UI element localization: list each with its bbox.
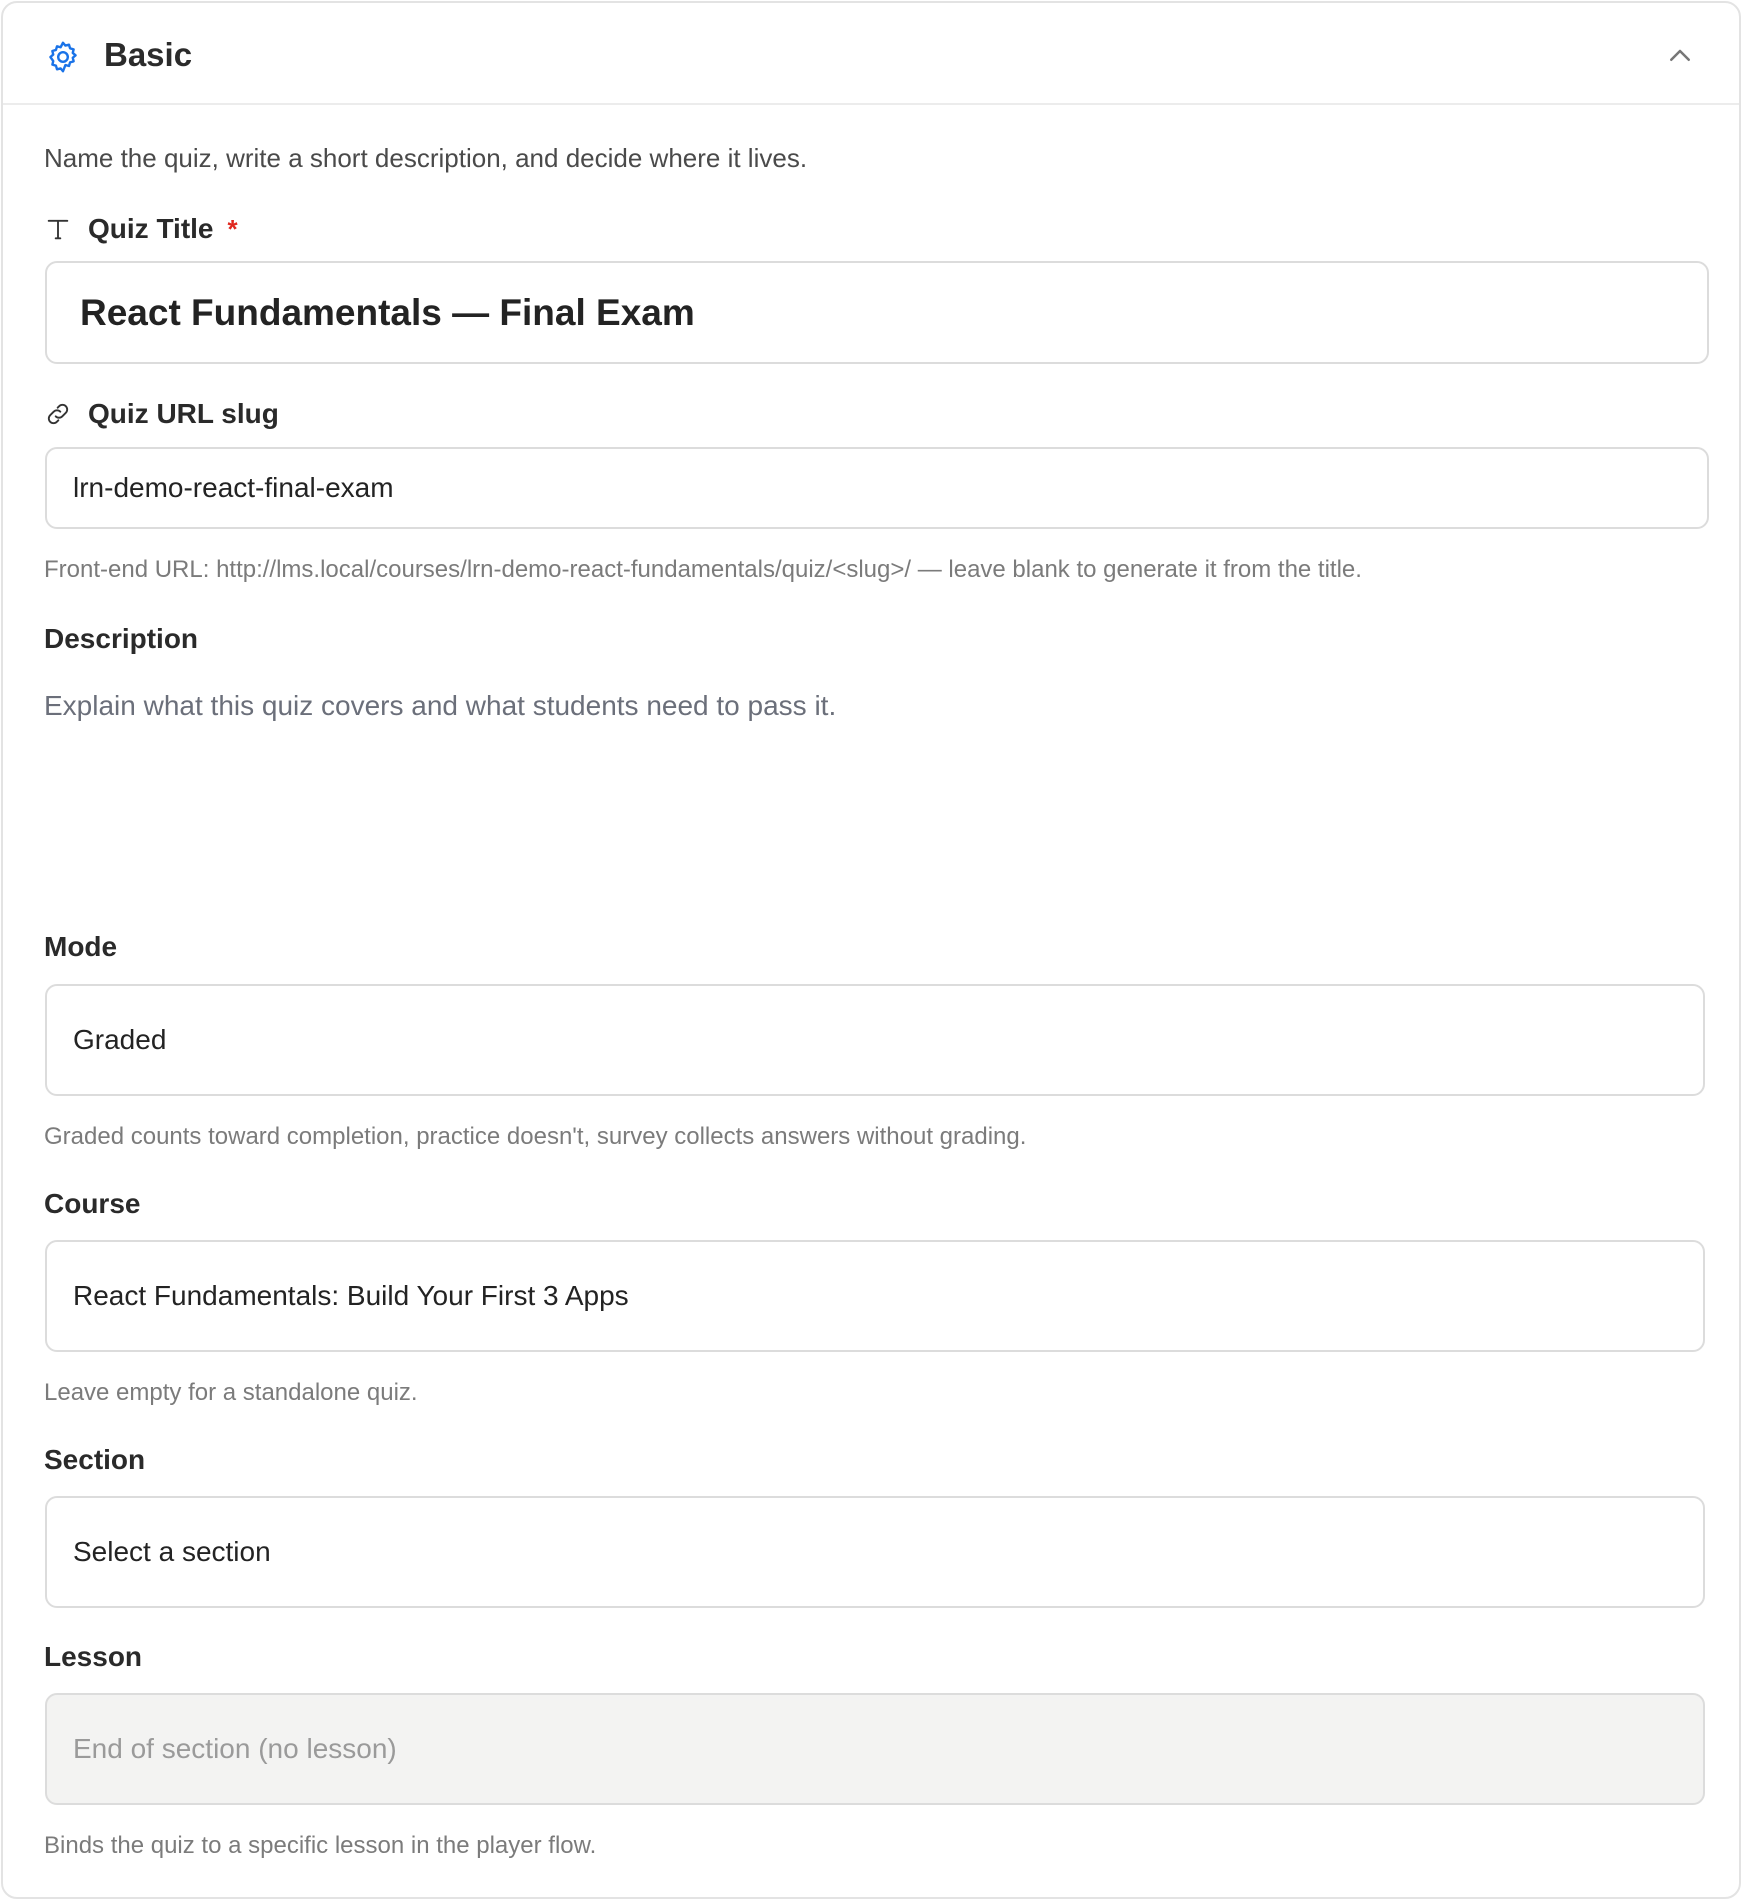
- section-label: Section: [44, 1444, 146, 1475]
- panel-header[interactable]: Basic: [3, 3, 1739, 105]
- panel-intro: Name the quiz, write a short description…: [44, 143, 808, 173]
- slug-label: Quiz URL slug: [88, 398, 279, 429]
- description-editor[interactable]: Explain what this quiz covers and what s…: [44, 686, 1704, 886]
- mode-help: Graded counts toward completion, practic…: [44, 1123, 1027, 1150]
- text-type-icon: [47, 219, 69, 240]
- course-select[interactable]: React Fundamentals: Build Your First 3 A…: [45, 1240, 1705, 1352]
- required-marker: *: [227, 213, 238, 244]
- slug-help: Front-end URL: http://lms.local/courses/…: [44, 556, 1362, 583]
- section-select[interactable]: Select a section: [45, 1496, 1705, 1608]
- lesson-label: Lesson: [44, 1641, 143, 1672]
- quiz-title-input[interactable]: React Fundamentals — Final Exam: [45, 261, 1709, 364]
- course-help: Leave empty for a standalone quiz.: [44, 1379, 418, 1406]
- gear-icon: [49, 41, 77, 73]
- lesson-help: Binds the quiz to a specific lesson in t…: [44, 1832, 597, 1859]
- slug-label-row: Quiz URL slug: [44, 395, 279, 433]
- quiz-title-label: Quiz Title: [88, 213, 214, 244]
- slug-input[interactable]: lrn-demo-react-final-exam: [45, 447, 1709, 529]
- link-icon: [47, 403, 69, 425]
- description-label: Description: [44, 623, 199, 654]
- lesson-select: End of section (no lesson): [45, 1693, 1705, 1805]
- course-label: Course: [44, 1188, 141, 1219]
- panel-title: Basic: [104, 36, 193, 73]
- chevron-up-icon[interactable]: [1665, 41, 1695, 71]
- basic-settings-panel: Basic Name the quiz, write a short descr…: [1, 1, 1741, 1899]
- mode-select[interactable]: Graded: [45, 984, 1705, 1096]
- mode-label: Mode: [44, 931, 118, 962]
- quiz-title-label-row: Quiz Title *: [44, 210, 238, 248]
